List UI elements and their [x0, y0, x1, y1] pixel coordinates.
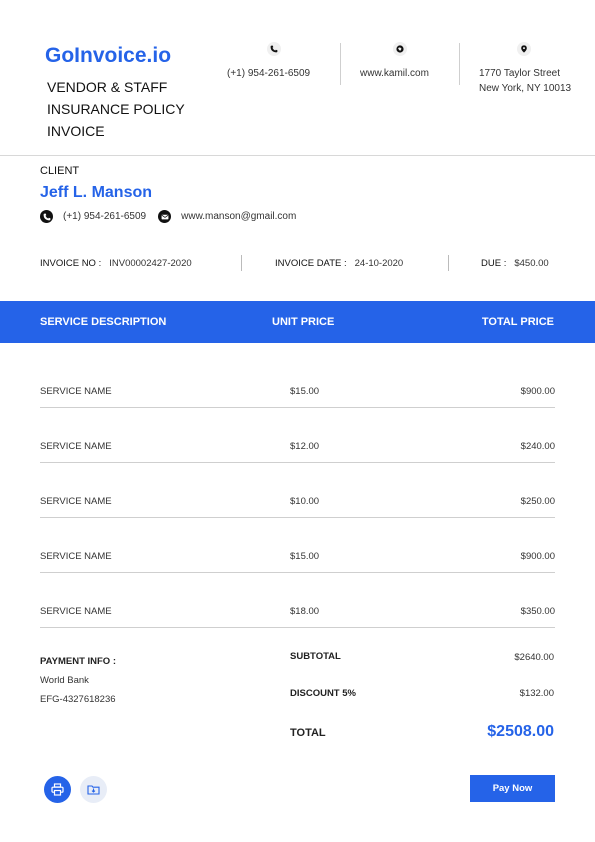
table-row: SERVICE NAME $15.00 $900.00	[40, 518, 555, 573]
total-value: $2508.00	[487, 723, 554, 740]
meta-divider	[448, 255, 449, 271]
unit-price: $15.00	[290, 386, 320, 397]
total-label: TOTAL	[290, 727, 326, 739]
company-address: 1770 Taylor Street New York, NY 10013	[479, 42, 571, 96]
email-icon	[158, 210, 172, 223]
header-service-description: SERVICE DESCRIPTION	[40, 316, 167, 328]
payment-info: PAYMENT INFO : World Bank EFG-4327618236	[40, 652, 116, 709]
invoice-date: INVOICE DATE : 24-10-2020	[275, 258, 403, 269]
payment-info-label: PAYMENT INFO :	[40, 656, 117, 667]
service-name: SERVICE NAME	[40, 441, 112, 452]
discount-value: $132.00	[519, 688, 554, 699]
unit-price: $10.00	[290, 496, 320, 507]
client-name: Jeff L. Manson	[40, 184, 153, 201]
document-title: VENDOR & STAFF INSURANCE POLICY INVOICE	[47, 76, 197, 142]
table-row: SERVICE NAME $15.00 $900.00	[40, 353, 555, 408]
service-name: SERVICE NAME	[40, 551, 112, 562]
folder-download-icon	[87, 785, 100, 795]
invoice-number: INVOICE NO : INV00002427-2020	[40, 258, 192, 269]
phone-icon	[40, 210, 53, 223]
phone-icon	[267, 42, 281, 56]
total-price: $350.00	[520, 606, 555, 617]
address-line-1: 1770 Taylor Street	[479, 68, 560, 79]
service-name: SERVICE NAME	[40, 386, 112, 397]
brand-logo: GoInvoice.io	[45, 44, 172, 67]
total-price: $250.00	[520, 496, 555, 507]
service-name: SERVICE NAME	[40, 496, 112, 507]
invoice-number-value: INV00002427-2020	[109, 258, 192, 269]
client-contacts: (+1) 954-261-6509 www.manson@gmail.com	[40, 210, 296, 223]
table-row: SERVICE NAME $18.00 $350.00	[40, 573, 555, 628]
unit-price: $18.00	[290, 606, 320, 617]
invoice-header: GoInvoice.io VENDOR & STAFF INSURANCE PO…	[0, 0, 595, 156]
title-line-1: VENDOR & STAFF	[47, 79, 168, 95]
header-divider	[340, 43, 341, 85]
due-label: DUE :	[481, 258, 507, 269]
discount-label: DISCOUNT 5%	[290, 688, 356, 699]
subtotal-value: $2640.00	[514, 652, 554, 663]
total-price: $900.00	[520, 386, 555, 397]
pay-now-button[interactable]: Pay Now	[470, 775, 555, 802]
title-line-2: INSURANCE POLICY	[47, 101, 185, 117]
company-phone-text: (+1) 954-261-6509	[227, 68, 311, 79]
save-to-folder-button[interactable]	[80, 776, 107, 803]
invoice-number-label: INVOICE NO :	[40, 258, 102, 269]
title-line-3: INVOICE	[47, 123, 105, 139]
table-header: SERVICE DESCRIPTION UNIT PRICE TOTAL PRI…	[0, 301, 595, 343]
invoice-date-label: INVOICE DATE :	[275, 258, 347, 269]
subtotal-label: SUBTOTAL	[290, 651, 341, 662]
company-phone: (+1) 954-261-6509	[227, 42, 310, 79]
table-row: SERVICE NAME $12.00 $240.00	[40, 408, 555, 463]
client-label: CLIENT	[40, 165, 80, 177]
table-row: SERVICE NAME $10.00 $250.00	[40, 463, 555, 518]
invoice-date-value: 24-10-2020	[354, 258, 404, 269]
invoice-due: DUE : $450.00	[481, 258, 549, 269]
printer-icon	[51, 783, 64, 796]
unit-price: $12.00	[290, 441, 320, 452]
company-website-text[interactable]: www.kamil.com	[360, 68, 429, 79]
header-total-price: TOTAL PRICE	[481, 316, 554, 328]
header-divider	[459, 43, 460, 85]
due-value: $450.00	[514, 258, 549, 269]
client-email[interactable]: www.manson@gmail.com	[181, 211, 296, 222]
service-name: SERVICE NAME	[40, 606, 112, 617]
address-line-2: New York, NY 10013	[479, 83, 572, 94]
unit-price: $15.00	[290, 551, 320, 562]
globe-icon	[393, 42, 407, 56]
total-price: $240.00	[520, 441, 555, 452]
company-website: www.kamil.com	[360, 42, 429, 79]
print-button[interactable]	[44, 776, 71, 803]
header-unit-price: UNIT PRICE	[272, 316, 335, 328]
meta-divider	[241, 255, 242, 271]
payment-account: EFG-4327618236	[40, 694, 116, 705]
client-phone: (+1) 954-261-6509	[63, 211, 147, 222]
payment-bank: World Bank	[40, 675, 89, 686]
location-pin-icon	[517, 42, 531, 56]
total-price: $900.00	[520, 551, 555, 562]
